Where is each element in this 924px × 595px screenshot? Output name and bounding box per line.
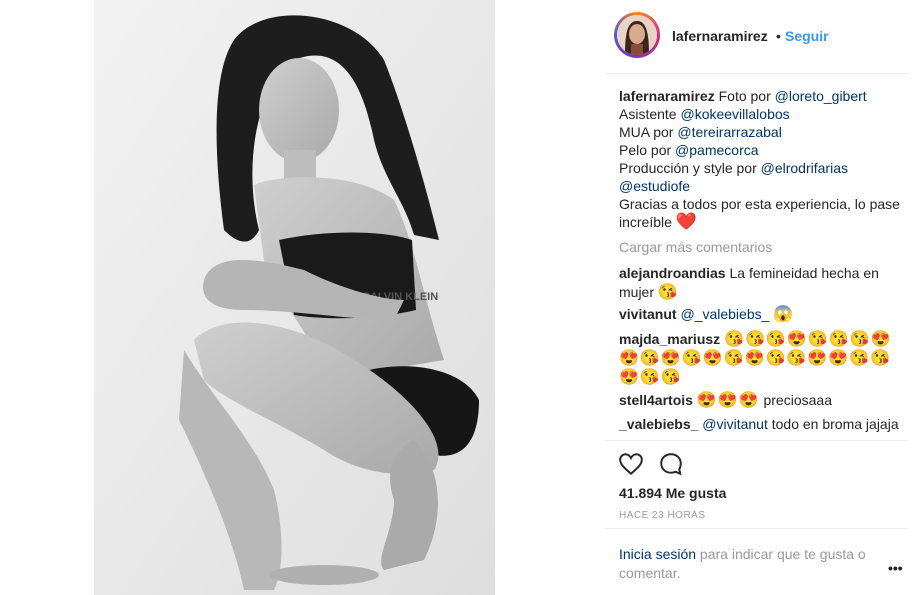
like-button[interactable] [618,451,644,477]
caption-text: Asistente [619,106,681,122]
model-photo-illustration: CALVIN KLEIN [94,0,495,595]
login-prompt: Inicia sesión para indicar que te gusta … [619,545,884,583]
caption-thanks: Gracias a todos por esta experiencia, lo… [619,196,900,230]
caption-text: MUA por [619,124,678,140]
avatar[interactable] [617,15,657,55]
likes-count[interactable]: 41.894 Me gusta [619,485,726,501]
mention-link[interactable]: @estudiofe [619,178,690,194]
mention-link[interactable]: @_valebiebs_ [680,306,769,322]
comment-text: preciosaaa [763,392,832,408]
comment-username[interactable]: stell4artois [619,392,693,408]
comment-username[interactable]: vivitanut [619,306,677,322]
login-divider [605,528,908,529]
comment: stell4artois 😍😍😍 preciosaaa [619,391,904,410]
more-options-icon[interactable]: ••• [888,560,903,576]
caption-text: Producción y style por [619,160,761,176]
mention-link[interactable]: @pamecorca [675,142,758,158]
story-ring[interactable] [614,12,660,58]
heart-emoji: ❤️ [675,212,697,231]
mention-link[interactable]: @vivitanut [702,416,768,432]
comment-emoji: 😘 [657,284,679,301]
mention-link[interactable]: @loreto_gibert [775,88,867,104]
caption-text: Foto por [714,88,775,104]
post-photo: CALVIN KLEIN [94,0,495,595]
mention-link[interactable]: @kokeevillalobos [680,106,789,122]
caption-text: Pelo por [619,142,676,158]
comment: _valebiebs_ @vivitanut todo en broma jaj… [619,415,904,434]
actions-divider [605,440,908,441]
post-timestamp: HACE 23 HORAS [619,510,706,521]
comment-text: todo en broma jajaja [771,416,899,432]
comment-username[interactable]: alejandroandias [619,265,726,281]
mention-link[interactable]: @tereirarrazabal [677,124,781,140]
comment-bubble-icon [660,453,682,476]
comment: vivitanut @_valebiebs_ 😱 [619,305,904,324]
comment: alejandroandias La femineidad hecha en m… [619,264,904,302]
comment: majda_mariusz 😘😘😘😍😘😘😘😍😍😘😍😘😍😘😍😘😘😍😍😘😘😍😘😘 [619,330,904,387]
post-header: lafernaramirez • Seguir [605,0,908,74]
header-username[interactable]: lafernaramirez [672,28,768,44]
follow-button[interactable]: Seguir [785,28,829,44]
login-link[interactable]: Inicia sesión [619,546,696,562]
post-caption: lafernaramirez Foto por @loreto_gibert A… [619,87,904,231]
comment-username[interactable]: majda_mariusz [619,331,720,347]
comment-emoji: 😱 [773,306,795,323]
caption-username[interactable]: lafernaramirez [619,88,715,104]
header-separator: • [776,28,781,44]
heart-outline-icon [619,453,643,476]
avatar-image [617,15,657,55]
mention-link[interactable]: @elrodrifarias [761,160,848,176]
comment-username[interactable]: _valebiebs_ [619,416,698,432]
comment-button[interactable] [658,451,684,477]
comment-emoji: 😍😍😍 [696,392,760,409]
post-sidebar: lafernaramirez • Seguir lafernaramirez F… [605,0,924,595]
load-more-comments[interactable]: Cargar más comentarios [619,239,772,255]
